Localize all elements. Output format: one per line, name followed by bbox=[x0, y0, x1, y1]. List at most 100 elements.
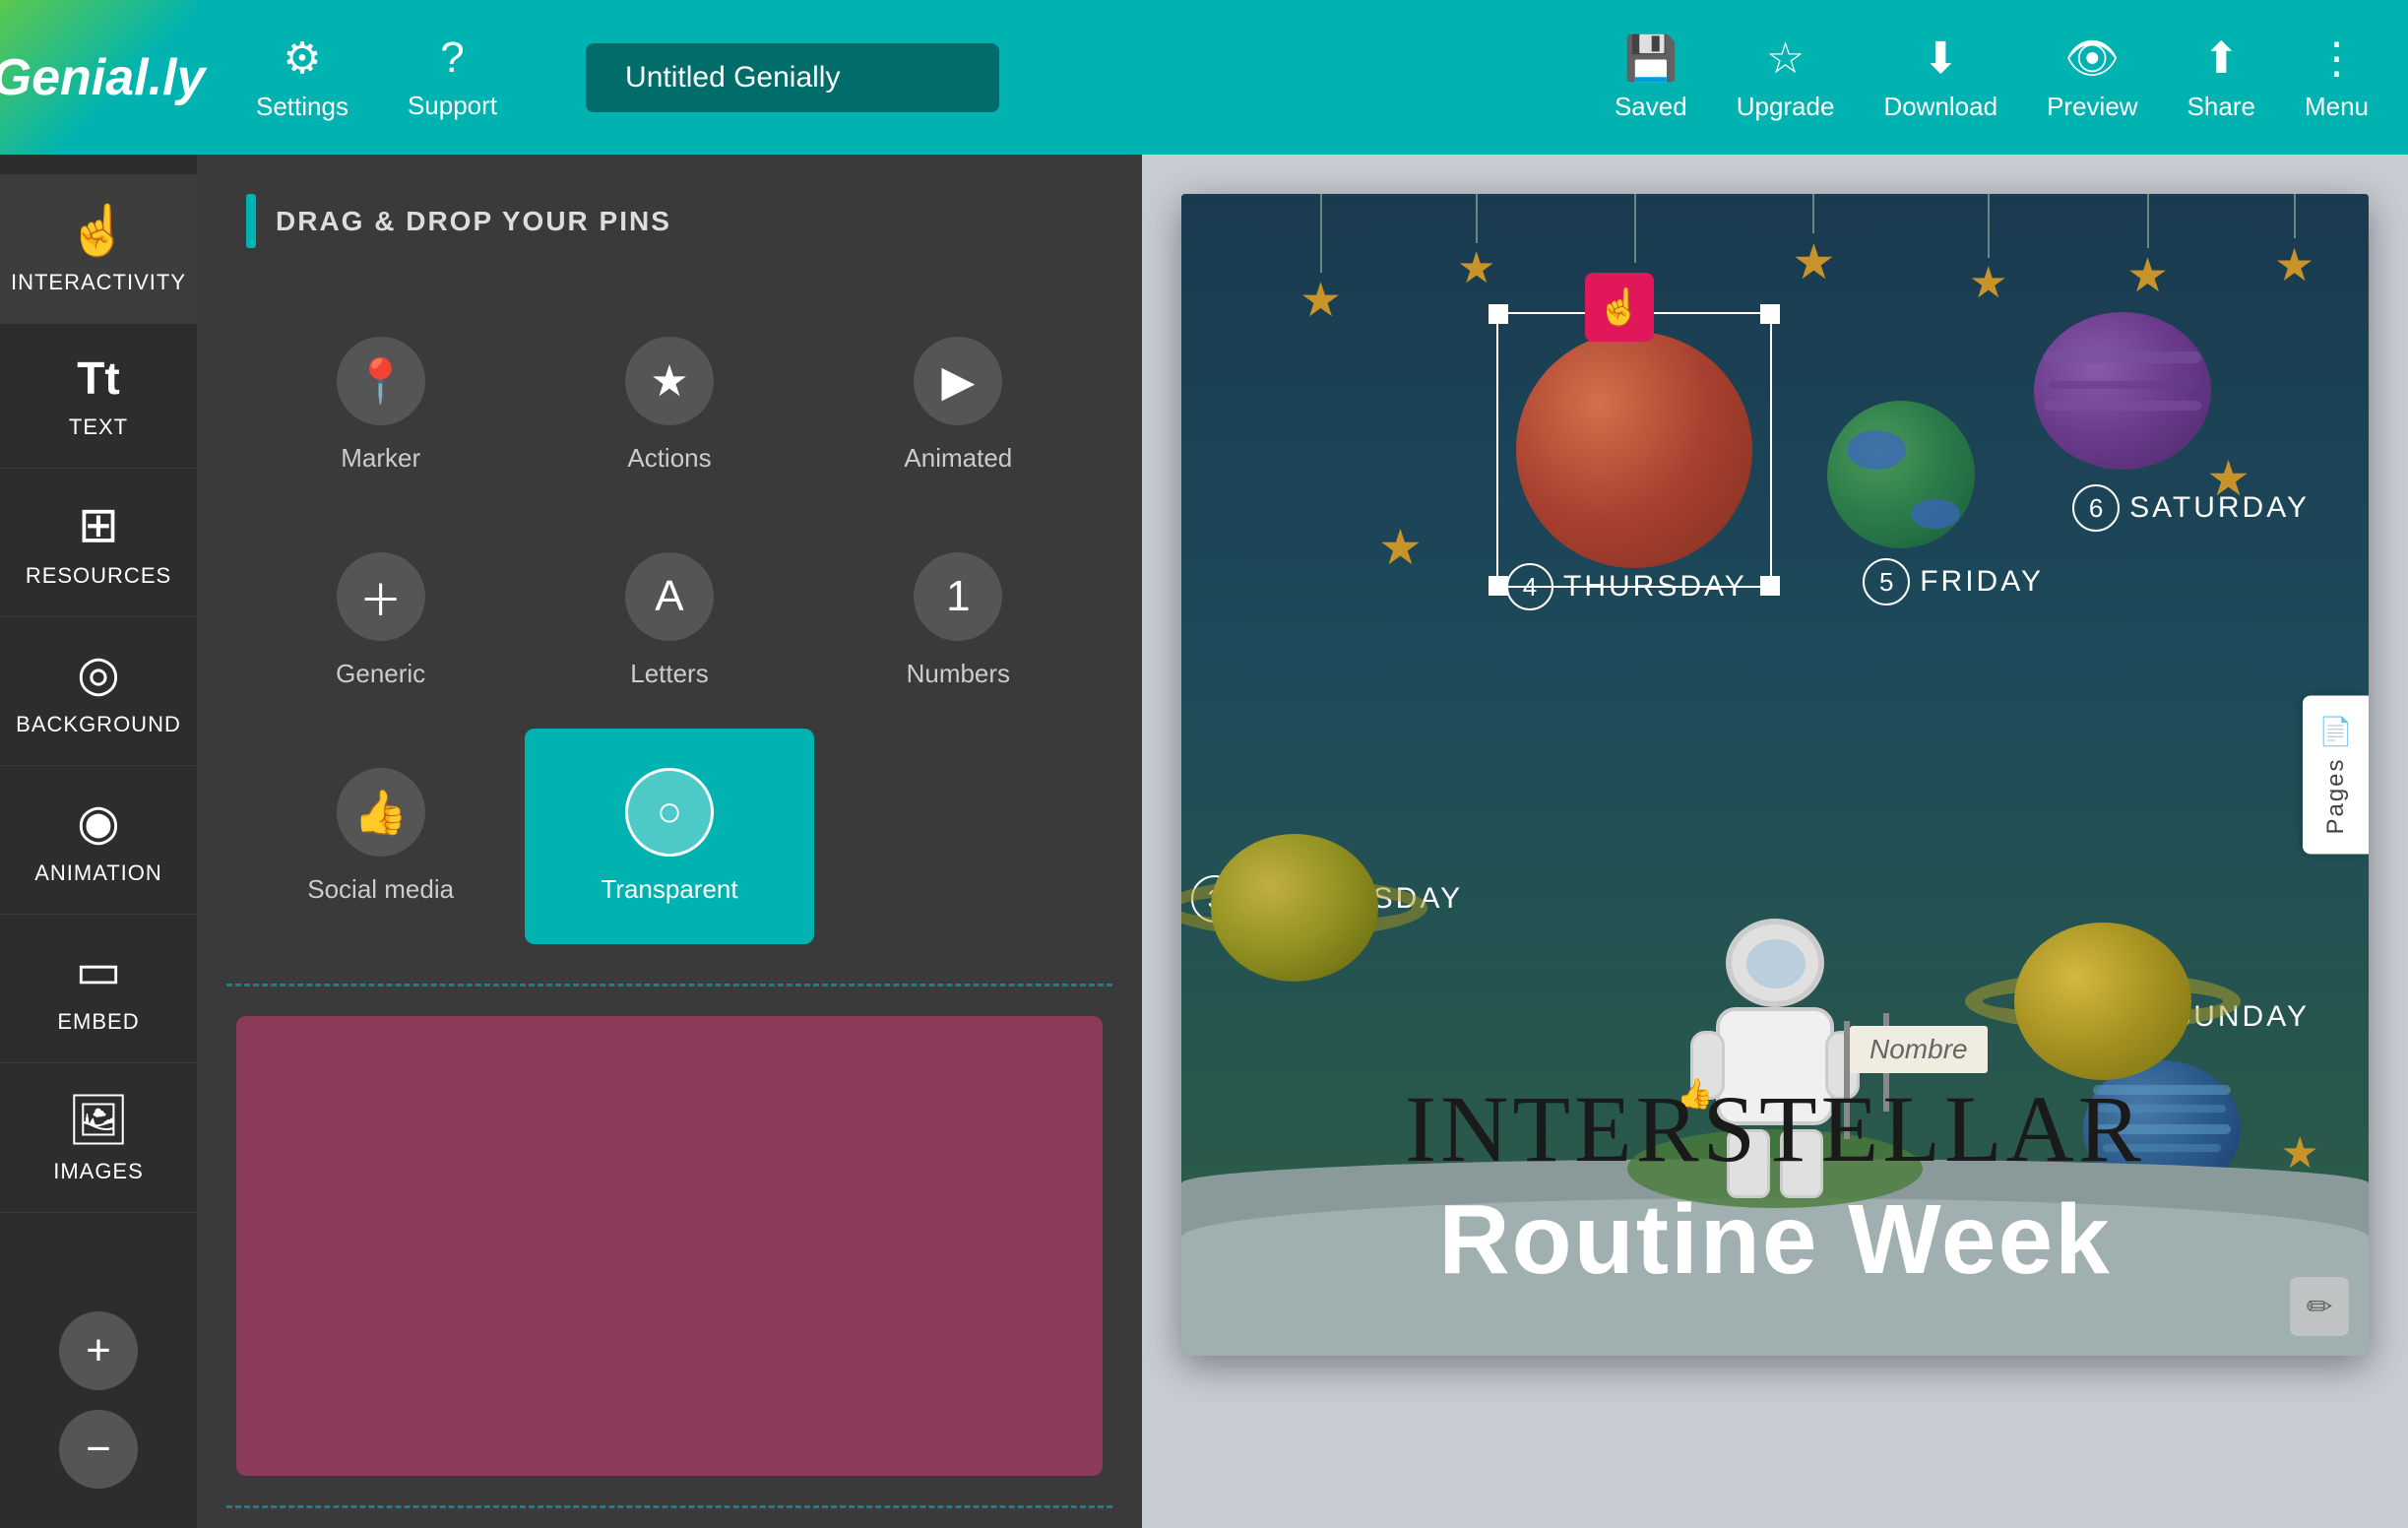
handle-tr[interactable] bbox=[1760, 304, 1780, 324]
pin-finger-icon: ☝ bbox=[1598, 286, 1642, 328]
pin-letters[interactable]: A Letters bbox=[525, 513, 813, 729]
number-thursday: 4 bbox=[1506, 563, 1553, 610]
saved-button[interactable]: 💾 Saved bbox=[1615, 32, 1687, 122]
flag-text: Nombre bbox=[1869, 1034, 1968, 1064]
hanging-star-1: ★ bbox=[1299, 194, 1342, 328]
marker-icon: 📍 bbox=[337, 337, 425, 425]
star-left-mid: ★ bbox=[1378, 519, 1423, 576]
label-saturday: 6 SATURDAY bbox=[2072, 484, 2310, 532]
sidebar-item-text[interactable]: Tt TEXT bbox=[0, 324, 197, 469]
pin-transparent[interactable]: ○ Transparent bbox=[525, 729, 813, 944]
embed-label: EMBED bbox=[57, 1009, 139, 1035]
text-icon: Tt bbox=[77, 351, 119, 405]
sidebar-item-images[interactable]: 🖼 IMAGES bbox=[0, 1063, 197, 1213]
selected-element[interactable]: ☝ bbox=[1496, 312, 1772, 588]
pin-generic[interactable]: ＋ Generic bbox=[236, 513, 525, 729]
generic-label: Generic bbox=[336, 659, 425, 689]
pin-actions[interactable]: ★ Actions bbox=[525, 297, 813, 513]
title-interstellar: INTERSTELLAR bbox=[1181, 1074, 2369, 1183]
presentation-title-input[interactable] bbox=[586, 43, 999, 112]
hanging-star-4: ★ bbox=[1792, 194, 1836, 290]
hanging-star-2: ★ bbox=[1457, 194, 1495, 293]
social-media-icon: 👍 bbox=[337, 768, 425, 857]
download-icon: ⬇ bbox=[1923, 33, 1959, 84]
panel-top-divider bbox=[226, 984, 1112, 987]
preview-button[interactable]: 👁 Preview bbox=[2047, 32, 2137, 122]
pin-numbers[interactable]: 1 Numbers bbox=[814, 513, 1103, 729]
planet-saturn-left bbox=[1211, 834, 1378, 982]
nav-right: 💾 Saved ☆ Upgrade ⬇ Download 👁 Preview ⬆… bbox=[1615, 32, 2369, 122]
pins-grid: 📍 Marker ★ Actions ▶ Animated ＋ Generic … bbox=[197, 278, 1142, 964]
background-label: BACKGROUND bbox=[16, 712, 181, 737]
saved-label: Saved bbox=[1615, 92, 1687, 122]
sidebar-item-embed[interactable]: ▭ EMBED bbox=[0, 915, 197, 1063]
planet-purple bbox=[2034, 312, 2211, 470]
social-media-label: Social media bbox=[307, 874, 454, 905]
title-routine-week: Routine Week bbox=[1181, 1183, 2369, 1297]
support-icon: ? bbox=[440, 33, 464, 83]
handle-tl[interactable] bbox=[1489, 304, 1508, 324]
letters-icon: A bbox=[625, 552, 714, 641]
pin-marker[interactable]: 📍 Marker bbox=[236, 297, 525, 513]
edit-icon: ✏ bbox=[2307, 1288, 2333, 1325]
text-label: TEXT bbox=[69, 414, 128, 440]
settings-button[interactable]: ⚙ Settings bbox=[256, 33, 349, 122]
zoom-out-button[interactable]: − bbox=[59, 1410, 138, 1489]
logo[interactable]: Genial.ly bbox=[0, 0, 197, 155]
interactivity-label: INTERACTIVITY bbox=[11, 270, 186, 295]
transparent-label: Transparent bbox=[601, 874, 737, 905]
actions-label: Actions bbox=[627, 443, 711, 474]
numbers-label: Numbers bbox=[907, 659, 1010, 689]
support-button[interactable]: ? Support bbox=[408, 33, 497, 121]
share-button[interactable]: ⬆ Share bbox=[2187, 33, 2255, 122]
pages-tab[interactable]: 📄 Pages bbox=[2303, 695, 2369, 854]
hanging-star-5: ★ bbox=[1969, 194, 2007, 308]
sidebar-item-resources[interactable]: ⊞ RESOURCES bbox=[0, 469, 197, 617]
saved-icon: 💾 bbox=[1623, 32, 1678, 84]
resources-icon: ⊞ bbox=[78, 496, 119, 553]
left-sidebar: ☝ INTERACTIVITY Tt TEXT ⊞ RESOURCES ◎ BA… bbox=[0, 155, 197, 1528]
share-label: Share bbox=[2187, 92, 2255, 122]
actions-icon: ★ bbox=[625, 337, 714, 425]
main-area: ☝ INTERACTIVITY Tt TEXT ⊞ RESOURCES ◎ BA… bbox=[0, 155, 2408, 1528]
hanging-star-tr: ★ bbox=[2206, 450, 2250, 507]
canvas-area[interactable]: ★ ★ ★ ★ ★ ★ ★ bbox=[1142, 155, 2408, 1528]
upgrade-icon: ☆ bbox=[1766, 33, 1805, 84]
number-saturday: 6 bbox=[2072, 484, 2120, 532]
planet-earth bbox=[1827, 401, 1975, 548]
embed-icon: ▭ bbox=[75, 942, 121, 999]
pin-animated[interactable]: ▶ Animated bbox=[814, 297, 1103, 513]
pin-social-media[interactable]: 👍 Social media bbox=[236, 729, 525, 944]
generic-icon: ＋ bbox=[337, 552, 425, 641]
download-button[interactable]: ⬇ Download bbox=[1883, 33, 1997, 122]
settings-label: Settings bbox=[256, 92, 349, 122]
preview-label: Preview bbox=[2047, 92, 2137, 122]
main-title-area: INTERSTELLAR Routine Week bbox=[1181, 1074, 2369, 1297]
support-label: Support bbox=[408, 91, 497, 121]
zoom-in-button[interactable]: + bbox=[59, 1311, 138, 1390]
sidebar-item-background[interactable]: ◎ BACKGROUND bbox=[0, 617, 197, 766]
animated-label: Animated bbox=[904, 443, 1012, 474]
number-friday: 5 bbox=[1863, 558, 1910, 605]
planet-saturn bbox=[2014, 923, 2191, 1080]
sidebar-item-interactivity[interactable]: ☝ INTERACTIVITY bbox=[0, 174, 197, 324]
images-label: IMAGES bbox=[53, 1159, 144, 1184]
hanging-star-6: ★ bbox=[2126, 194, 2169, 303]
handle-br[interactable] bbox=[1760, 576, 1780, 596]
upgrade-button[interactable]: ☆ Upgrade bbox=[1737, 33, 1835, 122]
animation-icon: ◉ bbox=[77, 794, 120, 851]
animation-label: ANIMATION bbox=[34, 860, 162, 886]
share-icon: ⬆ bbox=[2203, 33, 2240, 84]
menu-button[interactable]: ⋮ Menu bbox=[2305, 33, 2369, 122]
download-label: Download bbox=[1883, 92, 1997, 122]
background-icon: ◎ bbox=[77, 645, 120, 702]
menu-label: Menu bbox=[2305, 92, 2369, 122]
interactivity-pin[interactable]: ☝ bbox=[1585, 273, 1654, 342]
numbers-icon: 1 bbox=[914, 552, 1002, 641]
sidebar-item-animation[interactable]: ◉ ANIMATION bbox=[0, 766, 197, 915]
handle-bl[interactable] bbox=[1489, 576, 1508, 596]
pages-icon: 📄 bbox=[2318, 715, 2353, 747]
nav-left: ⚙ Settings ? Support bbox=[256, 33, 999, 122]
edit-corner-button[interactable]: ✏ bbox=[2290, 1277, 2349, 1336]
pages-label: Pages bbox=[2322, 757, 2350, 834]
